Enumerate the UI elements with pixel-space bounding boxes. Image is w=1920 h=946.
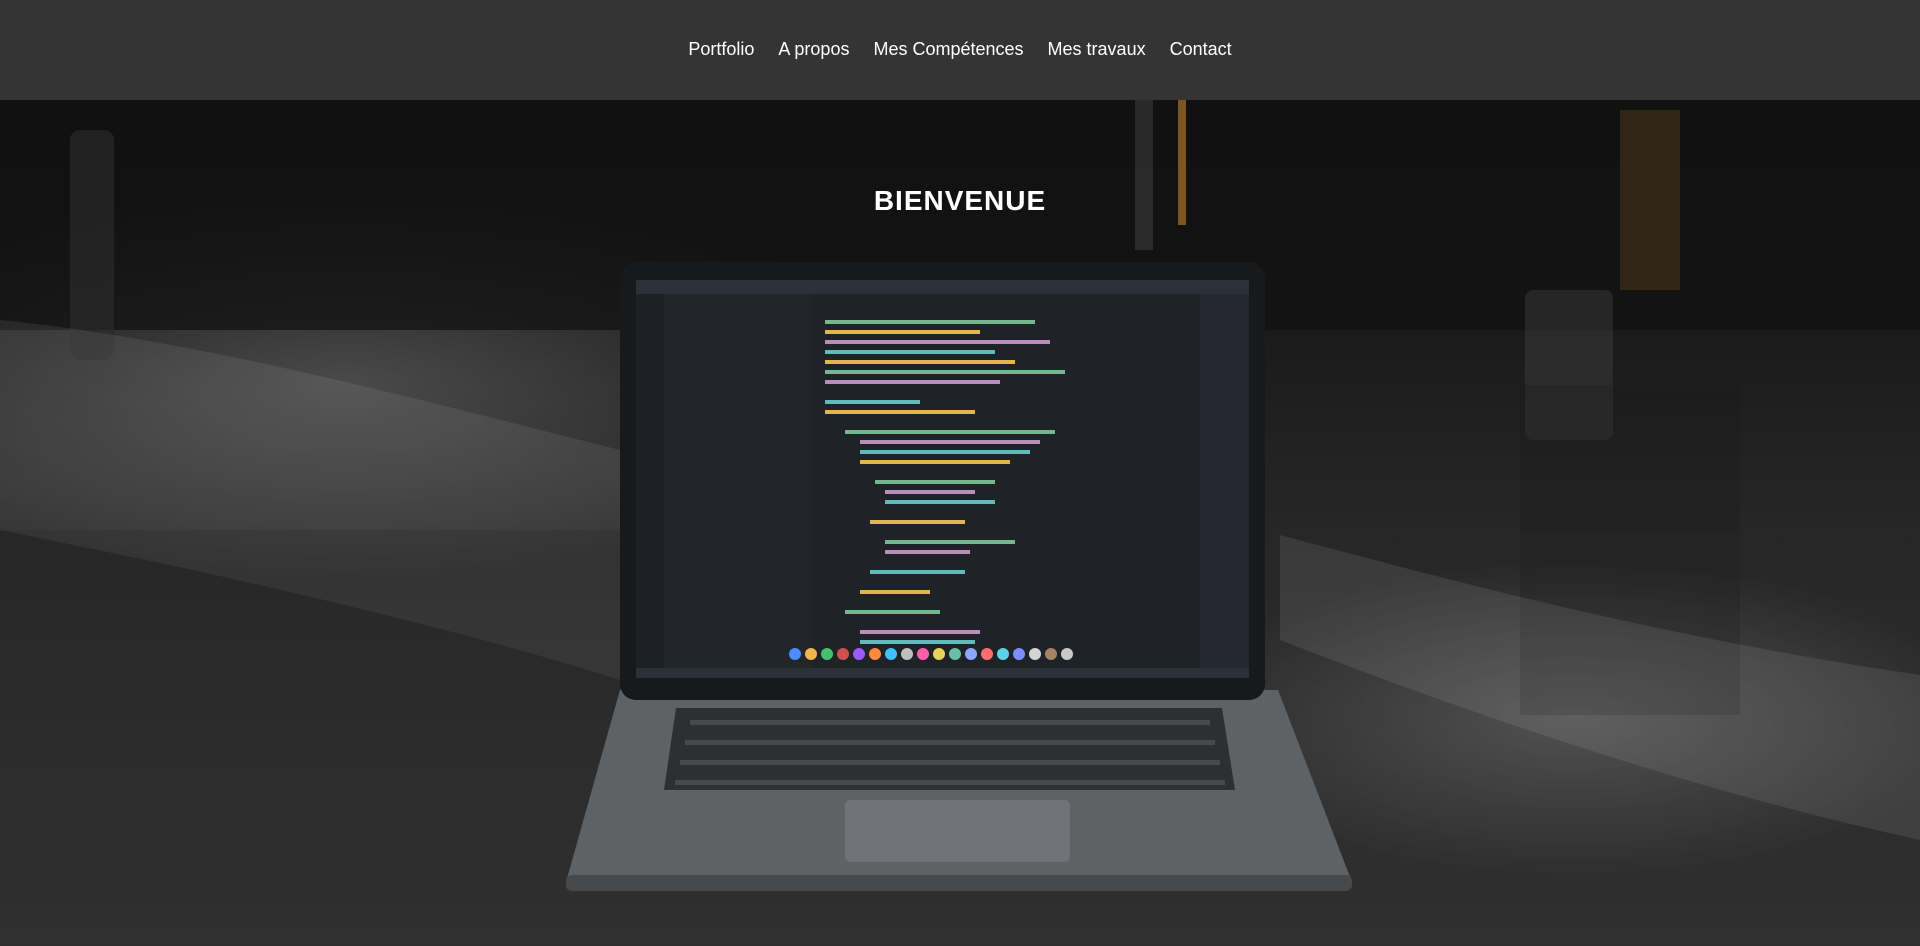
- top-navigation-bar: Portfolio A propos Mes Compétences Mes t…: [0, 0, 1920, 100]
- nav-link-mes-travaux[interactable]: Mes travaux: [1048, 39, 1146, 60]
- editor-menubar: [636, 280, 1249, 294]
- nav-link-contact[interactable]: Contact: [1170, 39, 1232, 60]
- hero-banner: BIENVENUE: [0, 100, 1920, 946]
- editor-minimap: [1200, 294, 1249, 668]
- laptop-trackpad: [845, 800, 1070, 862]
- editor-sidebar: [664, 294, 812, 668]
- editor-status-bar: [636, 668, 1249, 678]
- hero-title: BIENVENUE: [873, 184, 1047, 216]
- background-glass: [70, 130, 114, 360]
- hero-background-image: [0, 100, 1920, 946]
- nav-link-a-propos[interactable]: A propos: [778, 39, 849, 60]
- editor-activity-bar: [636, 294, 664, 668]
- nav-link-mes-competences[interactable]: Mes Compétences: [873, 39, 1023, 60]
- nav-link-portfolio[interactable]: Portfolio: [688, 39, 754, 60]
- nav-menu: Portfolio A propos Mes Compétences Mes t…: [688, 39, 1231, 62]
- laptop-front-edge: [566, 875, 1352, 891]
- background-frame: [1135, 100, 1153, 250]
